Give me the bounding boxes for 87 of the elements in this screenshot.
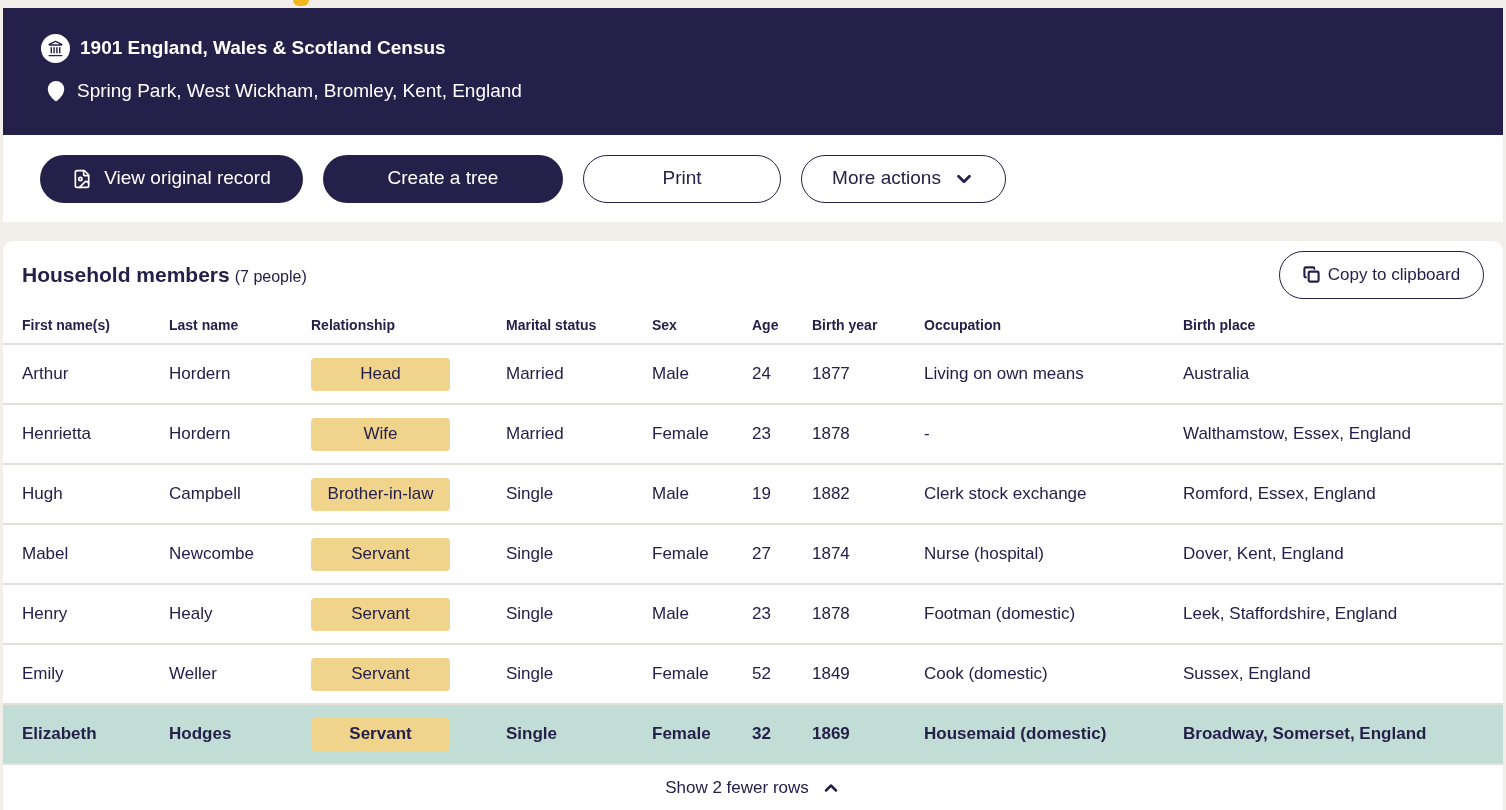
table-row[interactable]: Elizabeth Hodges Servant Single Female 32 1869 Housemaid (domestic) Broadway, Somerset, England	[3, 705, 1503, 765]
table-cell-text: Hodges	[169, 723, 233, 746]
column-header: Occupation	[924, 315, 1002, 335]
table-cell-text: Romford, Essex, England	[1183, 483, 1377, 506]
table-cell-text: 32	[752, 723, 772, 746]
table-cell-text: Newcombe	[169, 543, 256, 566]
column-header: Sex	[652, 315, 678, 335]
table-cell-text: Australia	[1183, 363, 1251, 386]
table-cell-text: Broadway, Somerset, England	[1183, 723, 1428, 746]
print-button[interactable]: Print	[583, 154, 781, 203]
more-actions-button[interactable]: More actions	[801, 154, 1006, 203]
building-icon	[41, 34, 70, 63]
table-cell-text: Sussex, England	[1183, 663, 1312, 686]
show-fewer-rows-button[interactable]: Show 2 fewer rows	[665, 775, 841, 801]
table-cell-text: 27	[752, 543, 772, 566]
column-header: Marital status	[506, 315, 598, 335]
table-cell-text: Cook (domestic)	[924, 663, 1049, 686]
table-cell-text: 1877	[812, 363, 851, 386]
relationship-tag: Servant	[311, 717, 450, 751]
relationship-tag: Servant	[311, 657, 450, 691]
table-cell-text: Arthur	[22, 363, 70, 386]
table-cell-text: Clerk stock exchange	[924, 483, 1088, 506]
table-cell-text: Single	[506, 663, 555, 686]
table-cell-text: Married	[506, 363, 565, 386]
table-cell-text: Hugh	[22, 483, 64, 506]
location-pin-icon	[45, 80, 67, 103]
table-cell-text: Weller	[169, 663, 218, 686]
table-cell-text: Female	[652, 663, 710, 686]
table-cell-text: 1878	[812, 423, 851, 446]
record-location: Spring Park, West Wickham, Bromley, Kent, England	[77, 79, 522, 103]
relationship-tag: Head	[311, 357, 450, 391]
column-header: Birth place	[1183, 315, 1257, 335]
relationship-tag: Servant	[311, 597, 450, 631]
table-cell-text: Male	[652, 483, 690, 506]
table-cell-text: Housemaid (domestic)	[924, 723, 1108, 746]
table-cell-text: Male	[652, 363, 690, 386]
table-cell-text: Single	[506, 483, 555, 506]
table-cell-text: Footman (domestic)	[924, 603, 1077, 626]
household-title: Household members	[22, 261, 230, 288]
relationship-tag: Brother-in-law	[311, 477, 450, 511]
table-cell-text: 23	[752, 603, 772, 626]
view-record-button[interactable]: View original record	[40, 154, 303, 203]
people-count: (7 people)	[234, 266, 307, 287]
relationship-tag: Servant	[311, 537, 450, 571]
table-cell-text: 19	[752, 483, 772, 506]
table-cell-text: 23	[752, 423, 772, 446]
column-header: First name(s)	[22, 315, 111, 335]
column-header: Relationship	[311, 315, 396, 335]
table-cell-text: Male	[652, 603, 690, 626]
table-cell-text: Married	[506, 423, 565, 446]
table-cell-text: Single	[506, 543, 555, 566]
table-cell-text: Mabel	[22, 543, 70, 566]
dot-decoration	[293, 0, 309, 6]
table-cell-text: Elizabeth	[22, 723, 98, 746]
image-file-icon	[72, 168, 93, 189]
table-cell-text: Female	[652, 423, 710, 446]
column-header: Age	[752, 315, 780, 335]
table-cell-text: 1869	[812, 723, 851, 746]
table-cell-text: Henry	[22, 603, 69, 626]
table-cell-text: Campbell	[169, 483, 242, 506]
table-cell-text: 24	[752, 363, 772, 386]
table-cell-text: Emily	[22, 663, 65, 686]
table-cell-text: Walthamstow, Essex, England	[1183, 423, 1413, 446]
table-cell-text: Female	[652, 723, 712, 746]
relationship-tag: Wife	[311, 417, 450, 451]
table-cell-text: Living on own means	[924, 363, 1085, 386]
table-cell-text: Dover, Kent, England	[1183, 543, 1345, 566]
table-cell-text: Hordern	[169, 423, 232, 446]
table-cell-text: 1878	[812, 603, 851, 626]
table-cell-text: Single	[506, 603, 555, 626]
copy-icon	[1302, 266, 1320, 283]
table-cell-text: Single	[506, 723, 558, 746]
table-cell-text: 1874	[812, 543, 851, 566]
table-cell-text: 1849	[812, 663, 851, 686]
column-header: Birth year	[812, 315, 879, 335]
table-cell-text: Henrietta	[22, 423, 92, 446]
table-cell-text: Healy	[169, 603, 214, 626]
table-cell-text: Female	[652, 543, 710, 566]
create-tree-button[interactable]: Create a tree	[323, 154, 563, 203]
table-cell-text: -	[924, 423, 931, 446]
record-title: 1901 England, Wales & Scotland Census	[80, 36, 446, 61]
table-cell-text: Leek, Staffordshire, England	[1183, 603, 1399, 626]
table-cell-text: Hordern	[169, 363, 232, 386]
table-cell-text: 52	[752, 663, 772, 686]
table-cell-text: Nurse (hospital)	[924, 543, 1045, 566]
column-header: Last name	[169, 315, 240, 335]
table-cell-text: 1882	[812, 483, 851, 506]
